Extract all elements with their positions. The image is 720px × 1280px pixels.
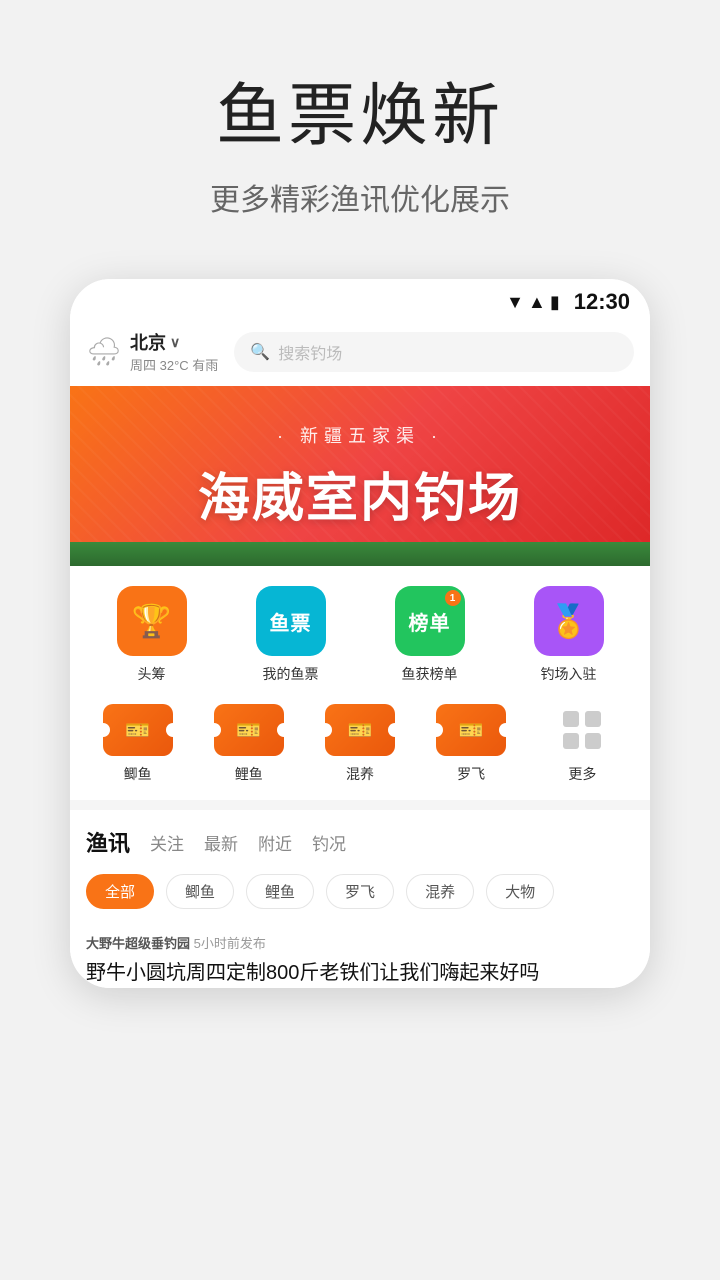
status-icons: ▼ ▲ ▮ (506, 292, 560, 313)
news-card[interactable]: 大野牛超级垂钓园 5小时前发布 野牛小圆坑周四定制800斤老铁们让我们嗨起来好吗 (70, 921, 650, 988)
banner-bottom-strip (70, 542, 650, 566)
ticket-icon-inner-liyu: 🎫 (125, 718, 150, 743)
cat-item-hunyang[interactable]: 🎫 混养 (310, 704, 410, 784)
bangdan-label: 鱼获榜单 (402, 664, 458, 684)
city-row[interactable]: 北京 ∨ (130, 329, 218, 355)
bangdan-badge: 1 (445, 590, 461, 606)
news-time-text: 5小时前发布 (194, 936, 266, 951)
banner[interactable]: · 新疆五家渠 · 海威室内钓场 (70, 386, 650, 566)
more-icon-box (547, 704, 617, 756)
news-source: 大野牛超级垂钓园 (86, 936, 190, 951)
cat-item-more[interactable]: 更多 (532, 704, 632, 784)
chevron-down-icon: ∨ (170, 334, 180, 351)
search-placeholder: 搜索钓场 (278, 340, 342, 364)
cloud-rain-icon: 🌧 (86, 335, 122, 368)
news-tab-fujin[interactable]: 附近 (258, 830, 292, 855)
battery-icon: ▮ (550, 292, 560, 313)
category-row: 🎫 鲫鱼 🎫 鲤鱼 🎫 混养 🎫 罗飞 (70, 692, 650, 800)
search-bar[interactable]: 🔍 搜索钓场 (234, 332, 634, 372)
section-divider (70, 800, 650, 810)
cat-item-luofei[interactable]: 🎫 罗飞 (421, 704, 521, 784)
ticket-liyu2-icon: 🎫 (214, 704, 284, 756)
news-header: 渔讯 关注 最新 附近 钓况 (70, 810, 650, 866)
news-main-tab[interactable]: 渔讯 (86, 826, 130, 858)
location-area[interactable]: 🌧 北京 ∨ 周四 32°C 有雨 (86, 329, 218, 374)
bangdan-icon-box: 榜单 1 (395, 586, 465, 656)
sub-title: 更多精彩渔讯优化展示 (40, 175, 680, 219)
cat-hunyang-label: 混养 (346, 764, 374, 784)
city-name: 北京 (130, 329, 166, 355)
filter-chip-jiyu[interactable]: 鲫鱼 (166, 874, 234, 909)
touzhu-icon-box: 🏆 (117, 586, 187, 656)
ticket-icon-inner-hunyang: 🎫 (348, 718, 373, 743)
filter-chip-luofei[interactable]: 罗飞 (326, 874, 394, 909)
quick-item-yupiao[interactable]: 鱼票 我的鱼票 (241, 586, 341, 684)
weather-detail: 周四 32°C 有雨 (130, 355, 218, 374)
cat-item-liyu2[interactable]: 🎫 鲤鱼 (199, 704, 299, 784)
wifi-icon: ▼ (506, 292, 524, 313)
filter-chip-dawu[interactable]: 大物 (486, 874, 554, 909)
ticket-icon-inner-luofei: 🎫 (459, 718, 484, 743)
dot-3 (563, 733, 579, 749)
ticket-icon-inner-liyu2: 🎫 (236, 718, 261, 743)
touzhu-icon: 🏆 (132, 602, 172, 640)
cat-more-label: 更多 (568, 764, 596, 784)
quick-icons-row: 🏆 头筹 鱼票 我的鱼票 榜单 1 鱼获榜单 🏅 (70, 566, 650, 692)
news-section: 渔讯 关注 最新 附近 钓况 全部 鲫鱼 鲤鱼 罗飞 混养 大物 大野牛超级垂钓… (70, 810, 650, 988)
filter-chip-liyu[interactable]: 鲤鱼 (246, 874, 314, 909)
more-dots-grid (563, 711, 601, 749)
phone-mockup: ▼ ▲ ▮ 12:30 🌧 北京 ∨ 周四 32°C 有雨 (70, 279, 650, 988)
dot-4 (585, 733, 601, 749)
cat-liyu-label: 鲫鱼 (124, 764, 152, 784)
phone-mockup-wrap: ▼ ▲ ▮ 12:30 🌧 北京 ∨ 周四 32°C 有雨 (0, 259, 720, 988)
cat-luofei-label: 罗飞 (457, 764, 485, 784)
banner-bg-decoration (70, 386, 650, 566)
news-tab-diaozhang[interactable]: 钓况 (312, 830, 346, 855)
news-filter-row: 全部 鲫鱼 鲤鱼 罗飞 混养 大物 (70, 866, 650, 921)
app-header: 🌧 北京 ∨ 周四 32°C 有雨 🔍 搜索钓场 (70, 321, 650, 386)
ruzhu-icon: 🏅 (549, 602, 589, 640)
bangdan-icon-text: 榜单 (409, 607, 451, 636)
ruzhu-label: 钓场入驻 (541, 664, 597, 684)
signal-icon: ▲ (528, 292, 546, 313)
ticket-liyu-icon: 🎫 (103, 704, 173, 756)
status-time: 12:30 (574, 289, 630, 315)
ticket-luofei-icon: 🎫 (436, 704, 506, 756)
search-icon: 🔍 (250, 342, 270, 362)
touzhu-label: 头筹 (138, 664, 166, 684)
top-section: 鱼票焕新 更多精彩渔讯优化展示 (0, 0, 720, 259)
yupiao-label: 我的鱼票 (263, 664, 319, 684)
location-info: 北京 ∨ 周四 32°C 有雨 (130, 329, 218, 374)
dot-2 (585, 711, 601, 727)
yupiao-icon-box: 鱼票 (256, 586, 326, 656)
status-bar: ▼ ▲ ▮ 12:30 (70, 279, 650, 321)
main-title: 鱼票焕新 (40, 60, 680, 159)
yupiao-icon-text: 鱼票 (270, 607, 312, 636)
news-card-meta: 大野牛超级垂钓园 5小时前发布 (86, 933, 634, 952)
quick-item-bangdan[interactable]: 榜单 1 鱼获榜单 (380, 586, 480, 684)
quick-item-touzhu[interactable]: 🏆 头筹 (102, 586, 202, 684)
news-tab-guanzhu[interactable]: 关注 (150, 830, 184, 855)
news-tab-zuixin[interactable]: 最新 (204, 830, 238, 855)
quick-item-ruzhu[interactable]: 🏅 钓场入驻 (519, 586, 619, 684)
cat-item-liyu[interactable]: 🎫 鲫鱼 (88, 704, 188, 784)
ticket-hunyang-icon: 🎫 (325, 704, 395, 756)
filter-chip-all[interactable]: 全部 (86, 874, 154, 909)
news-card-title: 野牛小圆坑周四定制800斤老铁们让我们嗨起来好吗 (86, 958, 634, 988)
filter-chip-hunyang[interactable]: 混养 (406, 874, 474, 909)
weather-icon-wrap: 🌧 (86, 334, 122, 370)
dot-1 (563, 711, 579, 727)
ruzhu-icon-box: 🏅 (534, 586, 604, 656)
cat-liyu2-label: 鲤鱼 (235, 764, 263, 784)
